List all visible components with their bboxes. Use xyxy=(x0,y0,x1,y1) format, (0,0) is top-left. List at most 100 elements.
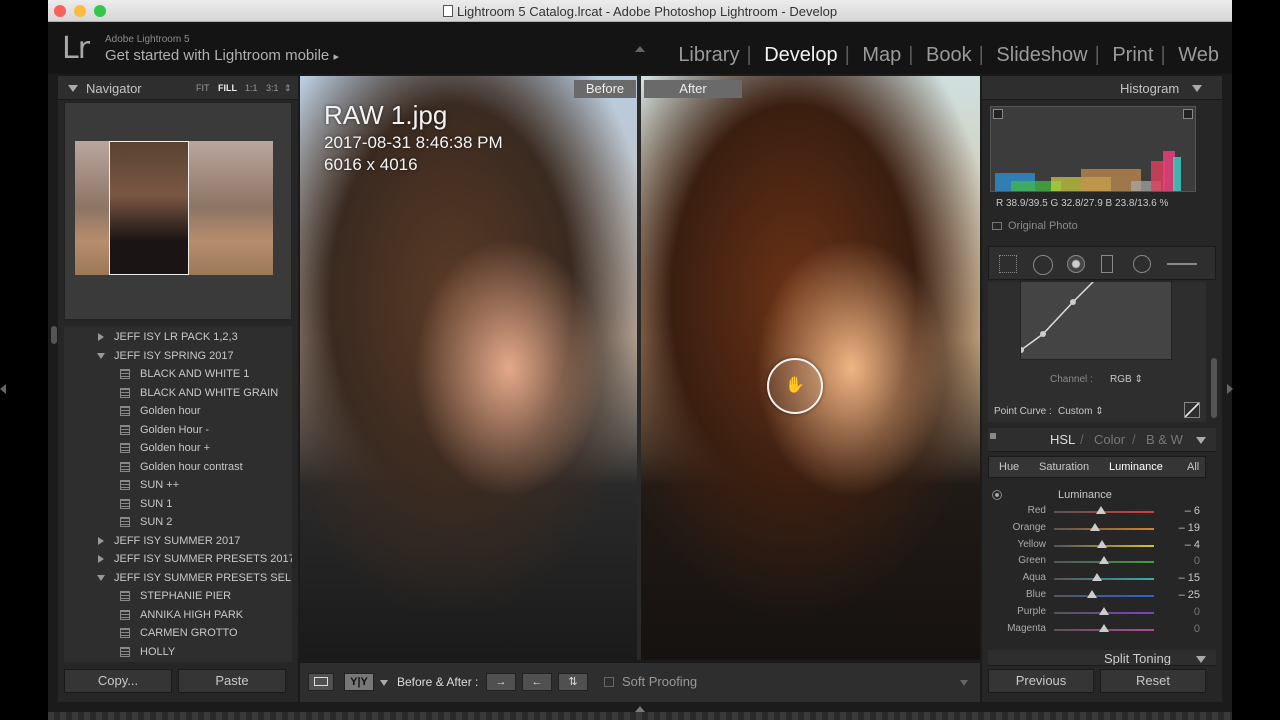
copy-button[interactable]: Copy... xyxy=(64,669,172,693)
channel-select[interactable]: RGB ⇕ xyxy=(1110,374,1143,385)
preset-folder[interactable]: JEFF ISY SPRING 2017 xyxy=(64,347,292,365)
slider-value[interactable]: 0 xyxy=(1194,606,1200,618)
toolbar-menu-icon[interactable] xyxy=(960,680,968,686)
preset-item[interactable]: ANNIKA HIGH PARK xyxy=(64,606,292,624)
swap-before-after-button[interactable]: ⇅ xyxy=(558,673,588,691)
navigator-view-rect[interactable] xyxy=(109,141,189,275)
mobile-promo-link[interactable]: Get started with Lightroom mobile ▸ xyxy=(105,47,339,64)
original-photo-checkbox[interactable] xyxy=(992,222,1002,230)
preset-item[interactable]: CARMEN GROTTO xyxy=(64,624,292,642)
point-curve-select[interactable]: Custom ⇕ xyxy=(1058,406,1104,417)
slider-yellow[interactable]: Yellow – 4 xyxy=(988,538,1206,554)
right-panel-scrollbar[interactable] xyxy=(1211,358,1217,418)
slider-value[interactable]: – 6 xyxy=(1185,505,1200,517)
nav-option-1-1[interactable]: 1:1 xyxy=(245,83,258,93)
tone-curve-graph[interactable] xyxy=(1020,282,1172,360)
tab-all[interactable]: All xyxy=(1187,461,1199,473)
preset-folder[interactable]: JEFF ISY SUMMER PRESETS 2017 xyxy=(64,550,292,568)
slider-track[interactable] xyxy=(1054,527,1154,530)
graduated-filter-icon[interactable] xyxy=(1101,255,1113,273)
preset-item[interactable]: BLACK AND WHITE 1 xyxy=(64,365,292,383)
spot-removal-icon[interactable] xyxy=(1033,255,1053,275)
preset-folder[interactable]: JEFF ISY SUMMER PRESETS SEL... xyxy=(64,569,292,587)
slider-track[interactable] xyxy=(1054,578,1154,581)
tab-hue[interactable]: Hue xyxy=(999,461,1019,473)
slider-thumb[interactable] xyxy=(1096,506,1106,514)
slider-thumb[interactable] xyxy=(1099,606,1109,615)
red-eye-icon[interactable] xyxy=(1067,255,1085,273)
preset-folder[interactable]: JEFF ISY SUMMER 2017 xyxy=(64,532,292,550)
slider-magenta[interactable]: Magenta 0 xyxy=(988,622,1206,638)
slider-value[interactable]: – 4 xyxy=(1185,539,1200,551)
module-book[interactable]: Book xyxy=(919,44,979,66)
histogram-graph[interactable] xyxy=(990,106,1196,192)
histogram-header[interactable]: Histogram xyxy=(982,76,1222,100)
preset-item[interactable]: SUN 1 xyxy=(64,495,292,513)
navigator-preview[interactable] xyxy=(64,102,292,320)
slider-thumb[interactable] xyxy=(1091,573,1102,582)
nav-option-fill[interactable]: FILL xyxy=(218,83,237,93)
slider-thumb[interactable] xyxy=(1086,590,1097,598)
tab-saturation[interactable]: Saturation xyxy=(1039,461,1089,473)
preset-item[interactable]: STEPHANIE PIER xyxy=(64,587,292,605)
tab-luminance[interactable]: Luminance xyxy=(1109,461,1163,473)
preset-item[interactable]: SUN ++ xyxy=(64,476,292,494)
right-panel-toggle-icon[interactable] xyxy=(1227,384,1233,394)
highlight-clipping-icon[interactable] xyxy=(1183,109,1193,119)
preset-item[interactable]: Golden hour + xyxy=(64,439,292,457)
slider-green[interactable]: Green 0 xyxy=(988,554,1206,570)
copy-before-to-after-button[interactable]: → xyxy=(486,673,516,691)
slider-red[interactable]: Red – 6 xyxy=(988,504,1206,520)
module-print[interactable]: Print xyxy=(1105,44,1160,66)
module-library[interactable]: Library xyxy=(671,44,746,66)
slider-thumb[interactable] xyxy=(1089,522,1100,531)
hsl-title[interactable]: HSL xyxy=(1050,432,1075,447)
top-panel-toggle-icon[interactable] xyxy=(635,46,645,52)
preset-item[interactable]: BLACK AND WHITE GRAIN xyxy=(64,384,292,402)
preset-item[interactable]: HOLLY xyxy=(64,643,292,661)
left-panel-toggle-icon[interactable] xyxy=(0,384,6,394)
slider-value[interactable]: 0 xyxy=(1194,555,1200,567)
shadow-clipping-icon[interactable] xyxy=(993,109,1003,119)
hsl-header[interactable]: HSL / Color / B & W xyxy=(988,428,1216,452)
target-adjust-icon[interactable] xyxy=(992,490,1002,500)
loupe-view-button[interactable] xyxy=(308,673,334,691)
panel-switch-icon[interactable] xyxy=(990,433,996,439)
preset-scrollbar[interactable] xyxy=(51,326,57,344)
nav-option-fit[interactable]: FIT xyxy=(196,83,210,93)
soft-proofing-checkbox[interactable] xyxy=(604,677,614,687)
module-map[interactable]: Map xyxy=(855,44,908,66)
preset-item[interactable]: SUN 2 xyxy=(64,513,292,531)
slider-purple[interactable]: Purple 0 xyxy=(988,605,1206,621)
radial-filter-icon[interactable] xyxy=(1133,255,1151,273)
slider-value[interactable]: 0 xyxy=(1194,623,1200,635)
point-curve-edit-icon[interactable] xyxy=(1184,402,1200,418)
previous-button[interactable]: Previous xyxy=(988,669,1094,693)
slider-thumb[interactable] xyxy=(1099,623,1109,632)
nav-option-3-1[interactable]: 3:1 xyxy=(266,83,279,93)
reset-button[interactable]: Reset xyxy=(1100,669,1206,693)
slider-orange[interactable]: Orange – 19 xyxy=(988,521,1206,537)
adjustment-brush-icon[interactable] xyxy=(1167,263,1197,265)
before-after-view-button[interactable]: Y|Y xyxy=(344,673,374,691)
preset-item[interactable]: Golden hour xyxy=(64,402,292,420)
preset-folder[interactable]: JEFF ISY LR PACK 1,2,3 xyxy=(64,328,292,346)
copy-after-to-before-button[interactable]: ← xyxy=(522,673,552,691)
slider-thumb[interactable] xyxy=(1099,556,1109,565)
view-dropdown-icon[interactable] xyxy=(380,680,388,686)
slider-aqua[interactable]: Aqua – 15 xyxy=(988,571,1206,587)
module-web[interactable]: Web xyxy=(1171,44,1226,66)
module-develop[interactable]: Develop xyxy=(757,44,844,66)
preset-item[interactable]: Golden hour contrast xyxy=(64,458,292,476)
slider-value[interactable]: – 19 xyxy=(1179,522,1200,534)
preset-item[interactable]: Golden Hour - xyxy=(64,421,292,439)
bw-tab[interactable]: B & W xyxy=(1146,432,1183,447)
slider-value[interactable]: – 15 xyxy=(1179,572,1200,584)
crop-tool-icon[interactable] xyxy=(999,255,1017,273)
slider-thumb[interactable] xyxy=(1097,539,1107,548)
color-tab[interactable]: Color xyxy=(1094,432,1125,447)
slider-value[interactable]: – 25 xyxy=(1179,589,1200,601)
nav-zoom-stepper-icon[interactable]: ⇕ xyxy=(284,83,292,94)
slider-blue[interactable]: Blue – 25 xyxy=(988,588,1206,604)
navigator-header[interactable]: Navigator FIT FILL 1:1 3:1 ⇕ xyxy=(58,76,298,100)
